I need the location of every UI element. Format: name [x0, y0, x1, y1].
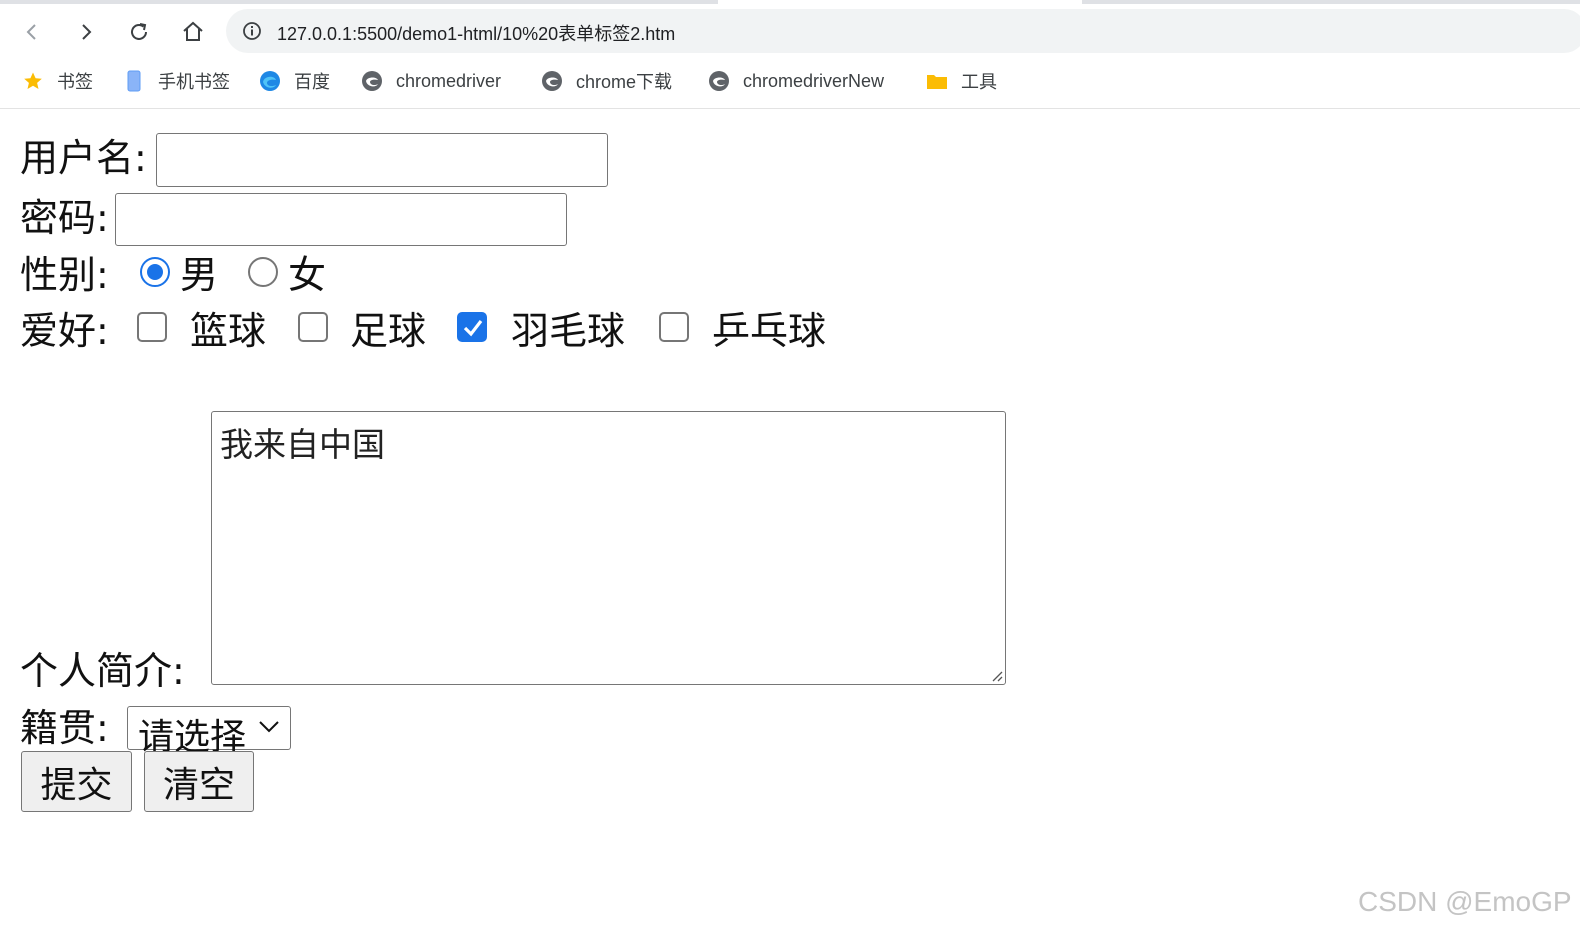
info-icon[interactable] — [242, 21, 262, 41]
bookmark-label: 书签 — [57, 72, 93, 92]
intro-textarea[interactable]: 我来自中国 — [211, 411, 1006, 685]
intro-text: 我来自中国 — [220, 425, 385, 464]
username-label: 用户名: — [20, 136, 147, 180]
bookmarks-bar: 书签 手机书签 百度 chromedriver chrome下载 chromed… — [0, 62, 1580, 100]
gender-label: 性别: — [20, 253, 109, 297]
bookmark-label: chromedriver — [396, 70, 502, 91]
url-text[interactable]: 127.0.0.1:5500/demo1-html/10%20表单标签2.htm — [277, 20, 675, 46]
chevron-down-icon — [259, 721, 279, 733]
hometown-select[interactable]: 请选择 — [127, 706, 291, 758]
bookmark-label: 工具 — [961, 72, 997, 92]
star-icon — [22, 70, 44, 92]
hobby-football-label[interactable]: 足球 — [350, 312, 426, 350]
gender-female-label[interactable]: 女 — [288, 256, 326, 294]
reset-button[interactable]: 清空 — [144, 751, 254, 812]
bookmark-item-chrome-download[interactable]: chrome下载 — [541, 68, 672, 94]
hobby-football-checkbox[interactable] — [298, 312, 328, 342]
password-input[interactable] — [115, 193, 567, 246]
bookmark-item-mobile[interactable]: 手机书签 — [123, 68, 230, 94]
hobby-basketball-checkbox[interactable] — [137, 312, 167, 342]
page-form: 用户名: 密码: 性别: 男 女 爱好: 篮球 足球 羽毛球 乒乓球 个人简介:… — [0, 108, 1580, 939]
bookmark-label: chrome下载 — [576, 72, 673, 92]
hobby-basketball-label[interactable]: 篮球 — [190, 312, 266, 350]
chevron-left-icon — [26, 24, 36, 40]
gender-male-radio[interactable] — [140, 257, 170, 287]
hobby-label: 爱好: — [20, 309, 109, 353]
bookmark-item-tools[interactable]: 工具 — [926, 68, 997, 94]
gender-male-label[interactable]: 男 — [180, 256, 218, 294]
username-input[interactable] — [156, 133, 608, 187]
tab-strip — [0, 0, 1580, 4]
resize-grip-icon[interactable] — [989, 668, 1003, 682]
submit-button[interactable]: 提交 — [21, 751, 132, 812]
hobby-pingpong-checkbox[interactable] — [659, 312, 689, 342]
hobby-pingpong-label[interactable]: 乒乓球 — [712, 312, 826, 350]
hobby-badminton-checkbox[interactable] — [457, 312, 487, 342]
globe-icon — [541, 70, 563, 92]
phone-icon — [123, 70, 145, 92]
intro-label: 个人简介: — [20, 649, 185, 693]
bookmark-label: chromedriverNew — [743, 70, 885, 91]
chevron-right-icon — [82, 24, 92, 40]
bookmark-item-chromedriver[interactable]: chromedriver — [361, 68, 501, 94]
home-button[interactable] — [175, 14, 211, 50]
home-icon — [183, 21, 203, 41]
globe-icon — [361, 70, 383, 92]
checkmark-icon — [463, 320, 483, 337]
watermark-text: CSDN @EmoGP — [1358, 886, 1572, 917]
bookmark-label: 手机书签 — [158, 72, 230, 92]
password-label: 密码: — [20, 196, 109, 240]
hobby-badminton-label[interactable]: 羽毛球 — [511, 312, 625, 350]
reload-button[interactable] — [121, 14, 157, 50]
globe-icon — [708, 70, 730, 92]
reload-icon — [131, 23, 147, 40]
gender-female-radio[interactable] — [248, 257, 278, 287]
browser-chrome: 127.0.0.1:5500/demo1-html/10%20表单标签2.htm… — [0, 0, 1580, 109]
hometown-label: 籍贯: — [20, 706, 109, 750]
forward-button[interactable] — [68, 14, 104, 50]
edge-icon — [259, 70, 281, 92]
address-bar[interactable]: 127.0.0.1:5500/demo1-html/10%20表单标签2.htm — [226, 9, 1580, 53]
bookmark-item-baidu[interactable]: 百度 — [259, 68, 330, 94]
bookmark-item-chromedriver-new[interactable]: chromedriverNew — [708, 68, 884, 94]
bookmark-label: 百度 — [294, 72, 330, 92]
folder-icon — [926, 70, 948, 92]
bookmark-item-bookmarks[interactable]: 书签 — [22, 68, 93, 94]
back-button[interactable] — [14, 14, 50, 50]
